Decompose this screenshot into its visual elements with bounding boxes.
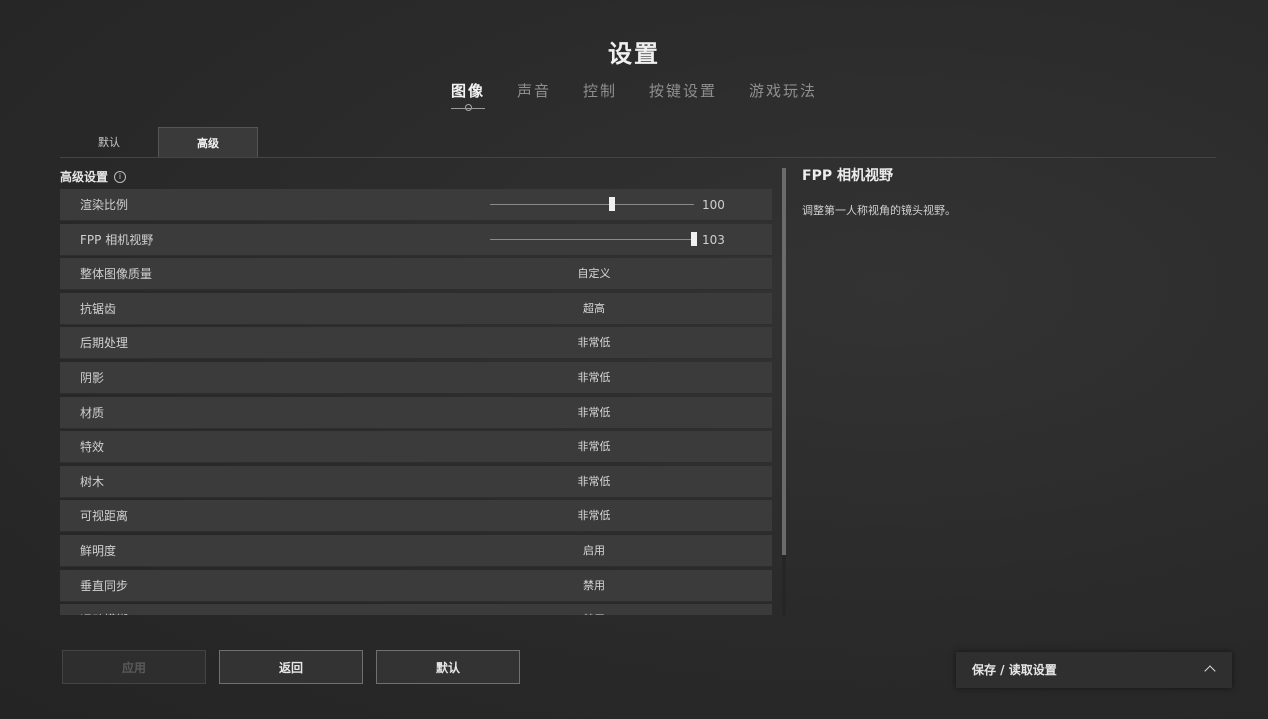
save-load-settings-dropdown[interactable]: 保存 / 读取设置 bbox=[956, 652, 1232, 688]
tab-gameplay[interactable]: 游戏玩法 bbox=[749, 80, 817, 109]
setting-row[interactable]: 阴影 非常低 bbox=[60, 361, 772, 394]
setting-value[interactable]: 超高 bbox=[500, 293, 688, 325]
setting-value[interactable]: 非常低 bbox=[500, 397, 688, 429]
setting-row[interactable]: 材质 非常低 bbox=[60, 396, 772, 429]
setting-row[interactable]: FPP 相机视野 103 bbox=[60, 223, 772, 256]
setting-slider[interactable] bbox=[490, 231, 697, 246]
subtab-advanced[interactable]: 高级 bbox=[158, 127, 258, 158]
setting-slider[interactable] bbox=[490, 197, 694, 211]
setting-row[interactable]: 后期处理 非常低 bbox=[60, 327, 772, 360]
setting-label: 运动模糊 bbox=[80, 604, 128, 615]
setting-label: 阴影 bbox=[80, 370, 105, 385]
setting-value[interactable]: 非常低 bbox=[500, 362, 688, 394]
setting-label: 抗锯齿 bbox=[80, 301, 117, 316]
settings-screen: 设置 图像 声音 控制 按键设置 游戏玩法 默认 高级 高级设置 i 渲染比例 1… bbox=[0, 0, 1268, 719]
setting-row[interactable]: 特效 非常低 bbox=[60, 431, 772, 464]
setting-row[interactable]: 抗锯齿 超高 bbox=[60, 292, 772, 325]
setting-row[interactable]: 树木 非常低 bbox=[60, 465, 772, 498]
save-load-label: 保存 / 读取设置 bbox=[972, 663, 1057, 677]
info-panel-description: 调整第一人称视角的镜头视野。 bbox=[802, 204, 956, 217]
setting-label: 材质 bbox=[80, 405, 105, 420]
setting-row[interactable]: 运动模糊 禁用 bbox=[60, 604, 772, 615]
chevron-up-icon bbox=[1204, 665, 1216, 677]
setting-value[interactable]: 启用 bbox=[500, 535, 688, 567]
setting-row[interactable]: 可视距离 非常低 bbox=[60, 500, 772, 533]
setting-label: 树木 bbox=[80, 474, 105, 489]
setting-label: 后期处理 bbox=[80, 336, 129, 351]
setting-label: 渲染比例 bbox=[80, 198, 129, 212]
setting-value[interactable]: 非常低 bbox=[500, 466, 688, 498]
setting-value[interactable]: 非常低 bbox=[500, 500, 688, 532]
scrollbar[interactable] bbox=[782, 168, 786, 615]
setting-label: 整体图像质量 bbox=[80, 267, 153, 282]
setting-label: 鲜明度 bbox=[80, 543, 117, 558]
setting-value[interactable]: 非常低 bbox=[500, 431, 688, 463]
setting-label: FPP 相机视野 bbox=[80, 232, 154, 247]
setting-value[interactable]: 自定义 bbox=[500, 258, 688, 290]
default-button[interactable]: 默认 bbox=[376, 650, 520, 684]
page-title: 设置 bbox=[608, 40, 660, 68]
slider-handle[interactable] bbox=[609, 197, 616, 211]
scrollbar-thumb[interactable] bbox=[782, 168, 786, 555]
tab-graphics[interactable]: 图像 bbox=[450, 80, 485, 111]
setting-label: 垂直同步 bbox=[80, 578, 129, 593]
section-title: 高级设置 i bbox=[60, 168, 127, 185]
tab-controls[interactable]: 控制 bbox=[583, 80, 617, 109]
apply-button[interactable]: 应用 bbox=[62, 650, 206, 684]
setting-row[interactable]: 鲜明度 启用 bbox=[60, 534, 772, 567]
setting-value[interactable]: 禁用 bbox=[500, 570, 688, 602]
setting-label: 特效 bbox=[80, 440, 105, 455]
slider-value: 100 bbox=[702, 198, 725, 212]
info-panel-title: FPP 相机视野 bbox=[802, 168, 893, 184]
main-tabs: 图像 声音 控制 按键设置 游戏玩法 bbox=[0, 80, 1268, 111]
slider-value: 103 bbox=[702, 232, 725, 247]
setting-value[interactable]: 禁用 bbox=[500, 604, 688, 615]
subtab-default[interactable]: 默认 bbox=[60, 127, 158, 157]
setting-value[interactable]: 非常低 bbox=[500, 327, 688, 359]
info-icon[interactable]: i bbox=[114, 170, 127, 183]
section-title-label: 高级设置 bbox=[60, 170, 109, 184]
setting-row[interactable]: 渲染比例 100 bbox=[60, 189, 772, 221]
setting-row[interactable]: 整体图像质量 自定义 bbox=[60, 258, 772, 291]
sub-tabs: 默认 高级 bbox=[60, 127, 258, 158]
slider-handle[interactable] bbox=[691, 231, 697, 246]
divider bbox=[60, 157, 1216, 158]
settings-list: 渲染比例 100 FPP 相机视野 103 整体图像质量 自定义 抗锯齿 超高 后期处理 非常低阴… bbox=[60, 189, 772, 615]
tab-audio[interactable]: 声音 bbox=[517, 80, 551, 109]
tab-keybindings[interactable]: 按键设置 bbox=[649, 80, 717, 109]
setting-row[interactable]: 垂直同步 禁用 bbox=[60, 569, 772, 602]
back-button[interactable]: 返回 bbox=[219, 650, 363, 684]
setting-label: 可视距离 bbox=[80, 509, 129, 524]
